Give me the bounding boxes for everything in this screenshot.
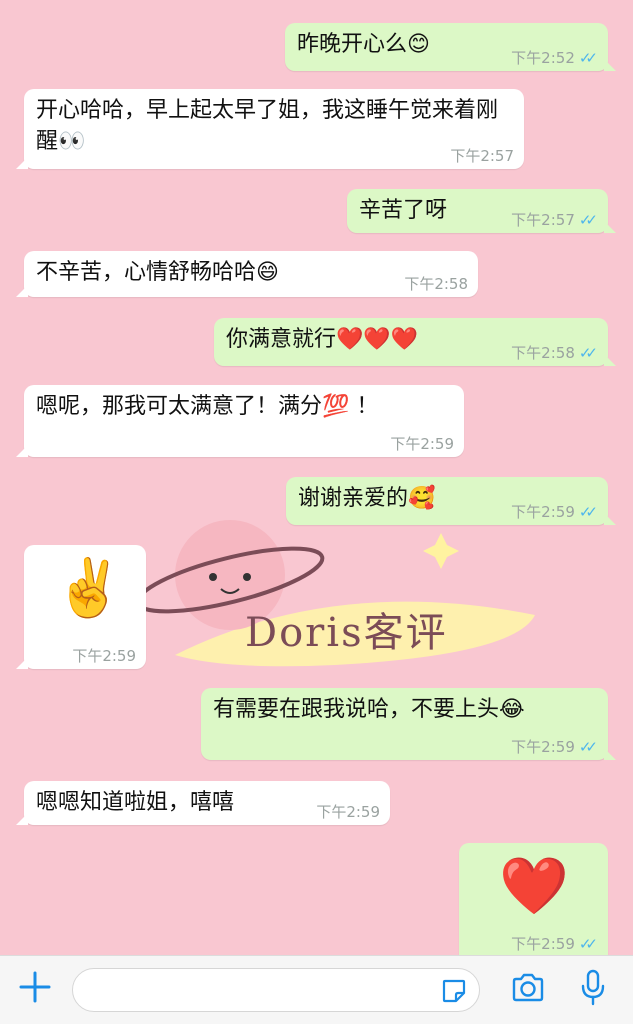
message-time: 下午2:59 xyxy=(511,935,575,953)
sticker-icon[interactable] xyxy=(441,978,467,1004)
red-heart-emoji: ❤️ xyxy=(499,854,569,919)
message-incoming[interactable]: 不辛苦，心情舒畅哈哈😄 下午2:58 xyxy=(16,251,478,297)
message-time: 下午2:57 xyxy=(511,211,575,229)
message-incoming-emoji[interactable]: ✌️ 下午2:59 xyxy=(16,545,146,669)
message-outgoing[interactable]: 你满意就行❤️❤️❤️ 下午2:58 ✓✓ xyxy=(214,318,616,366)
message-time: 下午2:59 xyxy=(72,647,136,665)
message-time: 下午2:59 xyxy=(316,803,380,821)
message-text: 有需要在跟我说哈，不要上头😂 xyxy=(213,697,525,722)
message-time: 下午2:58 xyxy=(511,344,575,362)
message-input[interactable] xyxy=(87,977,427,1005)
message-text: 你满意就行❤️❤️❤️ xyxy=(226,327,419,352)
message-time: 下午2:59 xyxy=(511,738,575,756)
message-time: 下午2:58 xyxy=(404,275,468,293)
message-text: 开心哈哈，早上起太早了姐，我这睡午觉来着刚醒👀 xyxy=(36,98,499,154)
double-check-icon: ✓✓ xyxy=(578,344,598,362)
double-check-icon: ✓✓ xyxy=(578,935,598,953)
message-incoming[interactable]: 嗯呢，那我可太满意了！满分💯 ！ 下午2:59 xyxy=(16,385,464,457)
chat-area: Doris客评 昨晚开心么😊 下午2:52 ✓✓ 开心哈哈，早上起太早了姐，我这睡… xyxy=(0,0,633,955)
message-outgoing[interactable]: 有需要在跟我说哈，不要上头😂 下午2:59 ✓✓ xyxy=(201,688,616,760)
message-time: 下午2:59 xyxy=(511,503,575,521)
message-input-bar xyxy=(0,955,633,1024)
victory-hand-emoji: ✌️ xyxy=(54,556,124,621)
watermark-text: Doris客评 xyxy=(245,610,448,656)
microphone-icon[interactable] xyxy=(578,968,608,1008)
double-check-icon: ✓✓ xyxy=(578,738,598,756)
double-check-icon: ✓✓ xyxy=(578,49,598,67)
message-time: 下午2:52 xyxy=(511,49,575,67)
message-text: 谢谢亲爱的🥰 xyxy=(298,486,436,511)
message-text: 不辛苦，心情舒畅哈哈😄 xyxy=(36,260,279,285)
message-incoming[interactable]: 开心哈哈，早上起太早了姐，我这睡午觉来着刚醒👀 下午2:57 xyxy=(16,89,524,169)
message-text: 昨晚开心么😊 xyxy=(297,32,430,57)
message-outgoing[interactable]: 辛苦了呀 下午2:57 ✓✓ xyxy=(347,189,616,233)
message-time: 下午2:59 xyxy=(390,435,454,453)
camera-icon[interactable] xyxy=(510,970,546,1006)
message-field[interactable] xyxy=(72,968,480,1012)
message-outgoing-emoji[interactable]: ❤️ 下午2:59 ✓✓ xyxy=(459,843,608,955)
message-outgoing[interactable]: 昨晚开心么😊 下午2:52 ✓✓ xyxy=(285,23,616,71)
message-time: 下午2:57 xyxy=(450,147,514,165)
message-incoming[interactable]: 嗯嗯知道啦姐，嘻嘻 下午2:59 xyxy=(16,781,390,825)
message-text: 嗯呢，那我可太满意了！满分💯 ！ xyxy=(36,394,379,419)
message-outgoing[interactable]: 谢谢亲爱的🥰 下午2:59 ✓✓ xyxy=(286,477,616,525)
double-check-icon: ✓✓ xyxy=(578,211,598,229)
message-text: 辛苦了呀 xyxy=(359,198,448,223)
plus-icon[interactable] xyxy=(18,970,52,1004)
message-text: 嗯嗯知道啦姐，嘻嘻 xyxy=(36,790,235,815)
double-check-icon: ✓✓ xyxy=(578,503,598,521)
